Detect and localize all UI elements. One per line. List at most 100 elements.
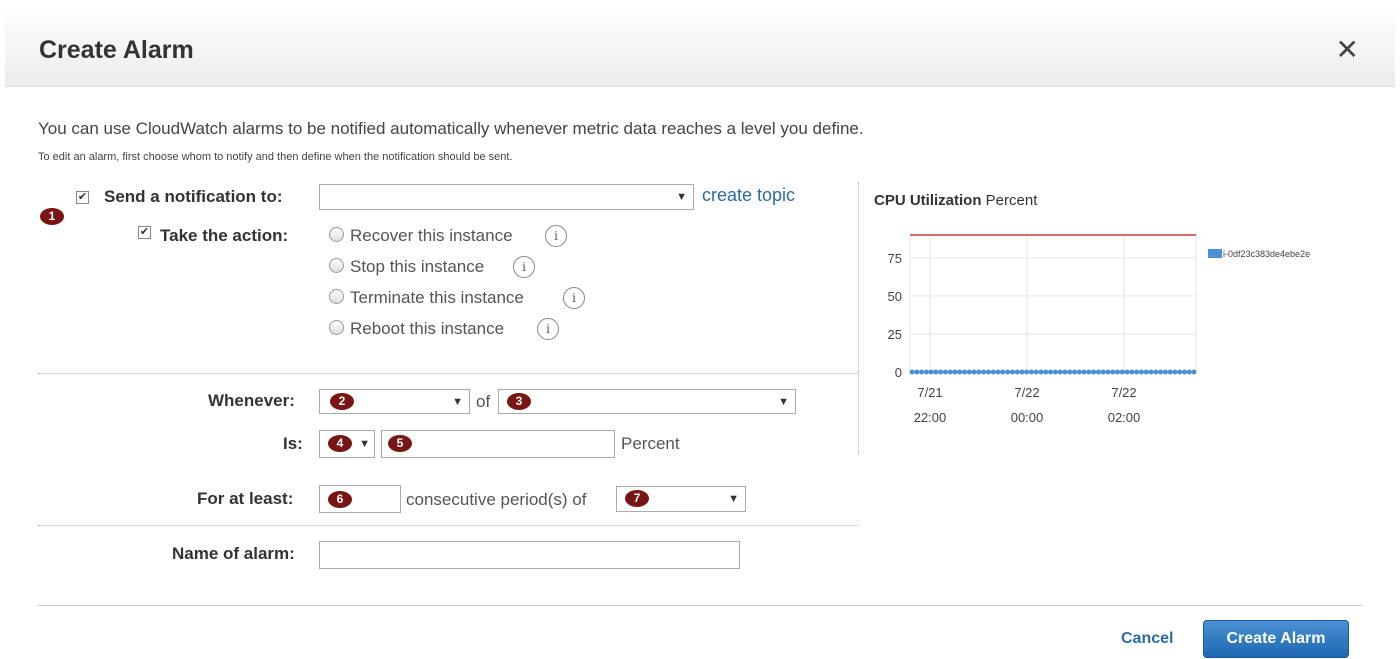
data-point <box>1134 369 1140 375</box>
chart-title: CPU Utilization Percent <box>874 192 1037 209</box>
intro-text: You can use CloudWatch alarms to be noti… <box>38 119 864 138</box>
data-point <box>1186 369 1192 375</box>
cpu-utilization-chart: 0 25 50 75 i-0df23c383de4ebe2e 7/21 22:00 7/22 0… <box>888 234 1310 425</box>
data-point <box>1038 369 1044 375</box>
data-point <box>1110 369 1116 375</box>
data-point <box>1024 369 1030 375</box>
send-notification-label: Send a notification to: <box>104 187 283 206</box>
comparison-select[interactable]: 4 ▼ <box>319 430 375 458</box>
data-point <box>990 369 996 375</box>
stop-instance-label: Stop this instance <box>350 257 485 276</box>
period-select[interactable]: 7 ▼ <box>616 486 746 512</box>
data-point <box>1129 369 1135 375</box>
chart-title-metric: CPU Utilization <box>874 192 982 209</box>
reboot-instance-radio[interactable] <box>329 320 344 335</box>
data-point <box>1033 369 1039 375</box>
create-alarm-button[interactable]: Create Alarm <box>1203 620 1349 658</box>
data-point <box>971 369 977 375</box>
data-point <box>1057 369 1063 375</box>
terminate-instance-radio[interactable] <box>329 289 344 304</box>
data-point <box>1177 369 1183 375</box>
step-badge-5: 5 <box>388 435 412 452</box>
take-action-checkbox[interactable]: ✔ <box>138 226 151 239</box>
consecutive-label: consecutive period(s) of <box>406 490 587 509</box>
info-icon[interactable]: i <box>513 256 535 278</box>
x-tick-label: 02:00 <box>1108 410 1141 425</box>
chart-title-unit: Percent <box>985 192 1038 209</box>
chevron-down-icon: ▼ <box>359 438 370 450</box>
reboot-instance-label: Reboot this instance <box>350 319 505 338</box>
y-tick-label: 25 <box>888 327 902 342</box>
threshold-input[interactable]: 5 <box>381 430 615 458</box>
section-divider <box>38 373 858 374</box>
data-point <box>1028 369 1034 375</box>
data-point <box>1148 369 1154 375</box>
step-badge-7: 7 <box>625 490 649 507</box>
alarm-name-input[interactable] <box>319 541 740 569</box>
data-point <box>981 369 987 375</box>
close-icon[interactable]: ✕ <box>1336 36 1359 64</box>
send-notification-checkbox[interactable]: ✔ <box>76 191 89 204</box>
subtext: To edit an alarm, first choose whom to n… <box>38 151 513 163</box>
data-point <box>1086 369 1092 375</box>
statistic-select[interactable]: 2 ▼ <box>319 389 470 414</box>
data-point <box>1172 369 1178 375</box>
recover-instance-label: Recover this instance <box>350 226 513 245</box>
data-point <box>1043 369 1049 375</box>
panel-divider <box>858 182 859 454</box>
for-at-least-label: For at least: <box>197 489 294 508</box>
section-divider <box>38 525 858 526</box>
y-tick-label: 50 <box>888 289 902 304</box>
data-point <box>919 369 925 375</box>
data-point <box>1153 369 1159 375</box>
step-badge-4: 4 <box>328 435 352 452</box>
data-point <box>1091 369 1097 375</box>
x-tick-label: 7/21 <box>917 385 942 400</box>
data-point <box>933 369 939 375</box>
notification-topic-select[interactable]: ▼ <box>319 184 694 210</box>
take-action-label: Take the action: <box>160 226 289 245</box>
legend-swatch <box>1208 249 1222 258</box>
data-point <box>1081 369 1087 375</box>
data-point <box>1158 369 1164 375</box>
data-point <box>1014 369 1020 375</box>
chevron-down-icon: ▼ <box>452 395 463 408</box>
chevron-down-icon: ▼ <box>728 493 739 505</box>
chevron-down-icon: ▼ <box>676 191 687 203</box>
data-point <box>1167 369 1173 375</box>
data-point <box>1095 369 1101 375</box>
data-point <box>914 369 920 375</box>
info-icon[interactable]: i <box>537 318 559 340</box>
data-point <box>1105 369 1111 375</box>
data-point <box>1115 369 1121 375</box>
step-badge-2: 2 <box>330 393 354 410</box>
metric-select[interactable]: 3 ▼ <box>498 389 796 414</box>
stop-instance-radio[interactable] <box>329 258 344 273</box>
cancel-button[interactable]: Cancel <box>1121 630 1173 648</box>
data-point <box>985 369 991 375</box>
data-point <box>1191 369 1197 375</box>
info-icon[interactable]: i <box>545 225 567 247</box>
data-point <box>1119 369 1125 375</box>
data-point <box>1076 369 1082 375</box>
terminate-instance-label: Terminate this instance <box>350 288 524 307</box>
periods-input[interactable]: 6 <box>319 485 401 513</box>
data-point <box>1067 369 1073 375</box>
step-badge-3: 3 <box>507 393 531 410</box>
data-point <box>1138 369 1144 375</box>
info-icon[interactable]: i <box>563 287 585 309</box>
data-point <box>1019 369 1025 375</box>
data-point <box>976 369 982 375</box>
y-tick-label: 75 <box>888 251 902 266</box>
create-topic-link[interactable]: create topic <box>702 185 795 206</box>
threshold-unit: Percent <box>621 434 680 453</box>
recover-instance-radio[interactable] <box>329 227 344 242</box>
data-point <box>928 369 934 375</box>
data-point <box>947 369 953 375</box>
data-point <box>1143 369 1149 375</box>
data-point <box>1181 369 1187 375</box>
legend-label: i-0df23c383de4ebe2e <box>1223 249 1310 259</box>
x-tick-label: 00:00 <box>1011 410 1044 425</box>
x-tick-label: 7/22 <box>1111 385 1136 400</box>
of-label: of <box>476 392 491 411</box>
